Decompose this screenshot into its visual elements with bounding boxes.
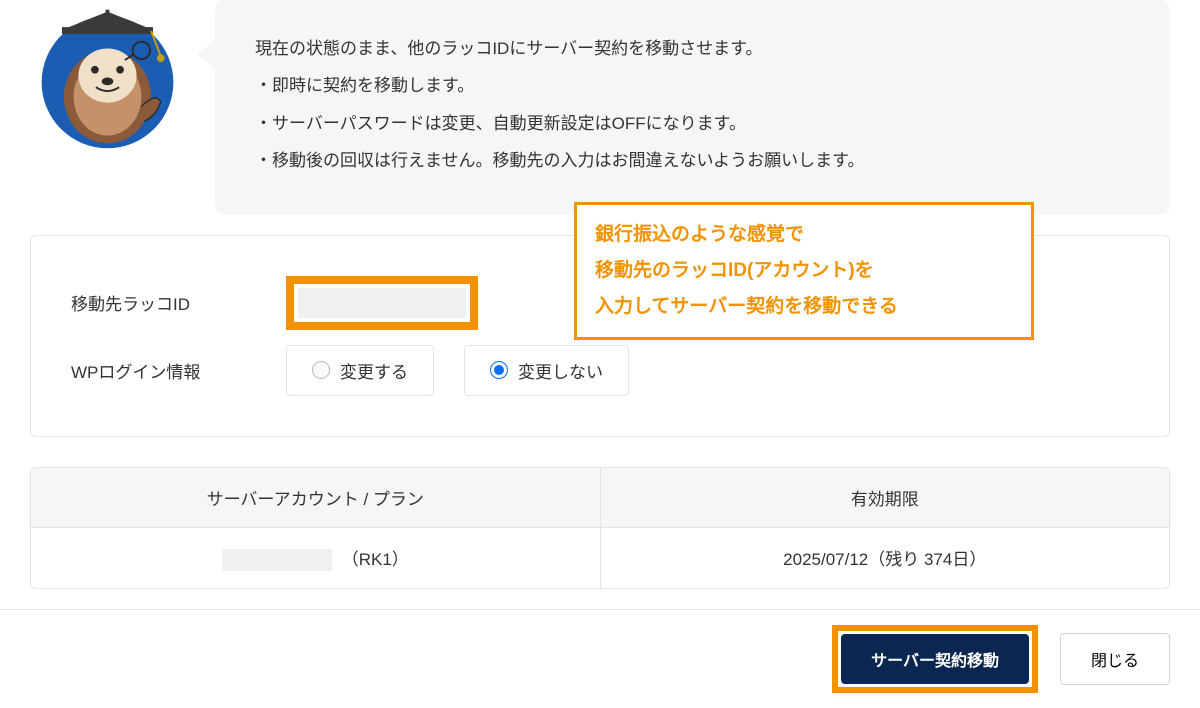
cell-account-plan: （RK1） xyxy=(31,528,601,589)
close-button[interactable]: 閉じる xyxy=(1060,633,1170,685)
speech-bullet: ・移動後の回収は行えません。移動先の入力はお間違えないようお願いします。 xyxy=(255,142,1130,179)
speech-bullet: ・サーバーパスワードは変更、自動更新設定はOFFになります。 xyxy=(255,105,1130,142)
table-row: （RK1） 2025/07/12（残り 374日） xyxy=(31,527,1169,589)
plan-label: （RK1） xyxy=(342,550,409,569)
table-header: サーバーアカウント / プラン 有効期限 xyxy=(31,468,1169,527)
annotation-callout: 銀行振込のような感覚で 移動先のラッコID(アカウント)を 入力してサーバー契約… xyxy=(574,202,1034,340)
annotation-line: 入力してサーバー契約を移動できる xyxy=(595,289,1013,325)
col-expire: 有効期限 xyxy=(601,468,1170,527)
rakko-id-input[interactable] xyxy=(298,288,466,318)
server-table: サーバーアカウント / プラン 有効期限 （RK1） 2025/07/12（残り… xyxy=(30,467,1170,590)
move-contract-button[interactable]: サーバー契約移動 xyxy=(841,634,1029,684)
radio-change-label: 変更する xyxy=(340,358,408,383)
annotation-line: 銀行振込のような感覚で xyxy=(595,217,1013,253)
radio-icon xyxy=(312,361,330,379)
radio-change[interactable]: 変更する xyxy=(286,345,434,396)
cell-expire: 2025/07/12（残り 374日） xyxy=(601,528,1170,589)
mascot-icon xyxy=(30,0,185,155)
col-account-plan: サーバーアカウント / プラン xyxy=(31,468,601,527)
radio-nochange-label: 変更しない xyxy=(518,358,603,383)
footer-bar: サーバー契約移動 閉じる xyxy=(0,609,1200,708)
radio-icon xyxy=(490,361,508,379)
rakko-id-label: 移動先ラッコID xyxy=(71,290,286,315)
speech-line: 現在の状態のまま、他のラッコIDにサーバー契約を移動させます。 xyxy=(255,30,1130,67)
primary-button-highlight: サーバー契約移動 xyxy=(832,625,1038,693)
annotation-line: 移動先のラッコID(アカウント)を xyxy=(595,253,1013,289)
rakko-id-highlight xyxy=(286,276,478,330)
speech-bullet: ・即時に契約を移動します。 xyxy=(255,67,1130,104)
account-mask xyxy=(222,549,332,571)
wp-login-label: WPログイン情報 xyxy=(71,358,286,383)
speech-bubble: 現在の状態のまま、他のラッコIDにサーバー契約を移動させます。 ・即時に契約を移… xyxy=(215,0,1170,215)
radio-nochange[interactable]: 変更しない xyxy=(464,345,629,396)
form-section: 銀行振込のような感覚で 移動先のラッコID(アカウント)を 入力してサーバー契約… xyxy=(30,235,1170,437)
